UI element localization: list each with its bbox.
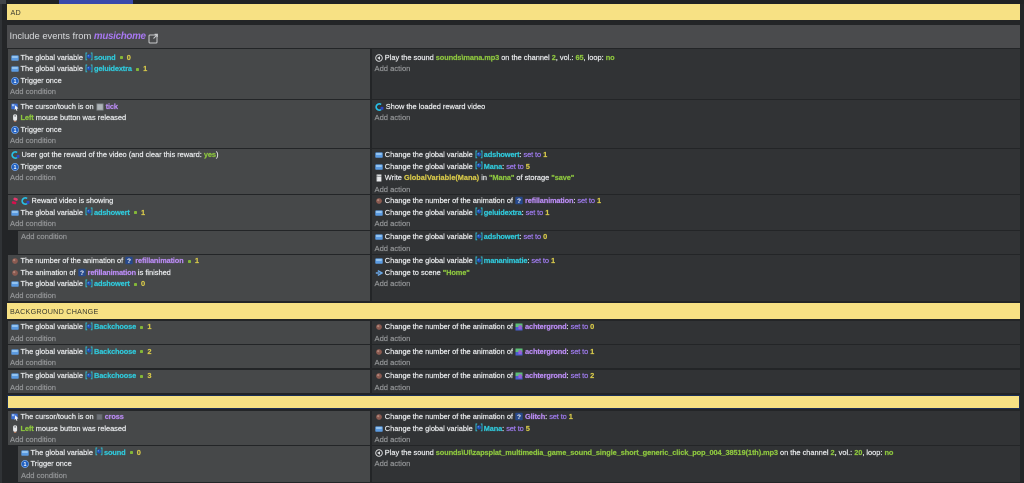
svg-text:1: 1 <box>13 79 16 85</box>
svg-text:?: ? <box>517 198 521 205</box>
svg-text:?: ? <box>80 270 84 277</box>
svg-text:?: ? <box>127 258 131 265</box>
svg-text:1: 1 <box>13 128 16 134</box>
svg-text:?: ? <box>517 414 521 421</box>
svg-text:1: 1 <box>13 165 16 171</box>
svg-text:1: 1 <box>23 462 26 468</box>
